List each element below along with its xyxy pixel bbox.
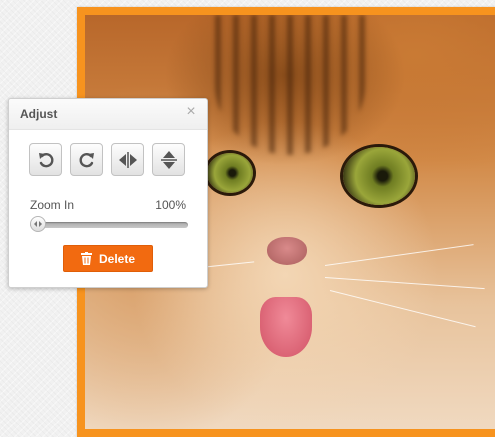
flip-vertical-button[interactable] <box>152 143 185 176</box>
zoom-label: Zoom In <box>30 198 75 212</box>
delete-button[interactable]: Delete <box>63 245 153 272</box>
rotate-left-button[interactable] <box>29 143 62 176</box>
close-button[interactable]: × <box>183 104 199 120</box>
delete-label: Delete <box>98 251 136 266</box>
photo-cat-eye-left <box>207 153 253 193</box>
rotate-left-icon <box>38 152 53 167</box>
photo-cat-eye-right <box>343 147 415 205</box>
slider-grip-icon <box>34 221 42 227</box>
photo-cat-nose <box>267 237 307 265</box>
rotate-right-button[interactable] <box>70 143 103 176</box>
trash-icon <box>80 252 92 265</box>
flip-horizontal-icon <box>118 151 137 168</box>
flip-horizontal-button[interactable] <box>111 143 144 176</box>
flip-vertical-icon <box>160 150 177 169</box>
close-icon: × <box>186 103 196 120</box>
zoom-value: 100% <box>155 198 186 212</box>
panel-header: Adjust × <box>9 99 207 130</box>
tool-row <box>29 143 185 176</box>
panel-title: Adjust <box>20 107 58 121</box>
photo-fur-detail <box>215 15 365 155</box>
photo-whisker <box>324 244 474 266</box>
zoom-slider-handle[interactable] <box>30 216 46 232</box>
adjust-panel: Adjust × Zoom In 100% Delete <box>8 98 208 288</box>
rotate-right-icon <box>79 152 94 167</box>
zoom-slider[interactable] <box>30 216 188 232</box>
photo-whisker <box>329 290 476 328</box>
photo-cat-tongue <box>260 297 312 357</box>
photo-whisker <box>324 277 485 290</box>
